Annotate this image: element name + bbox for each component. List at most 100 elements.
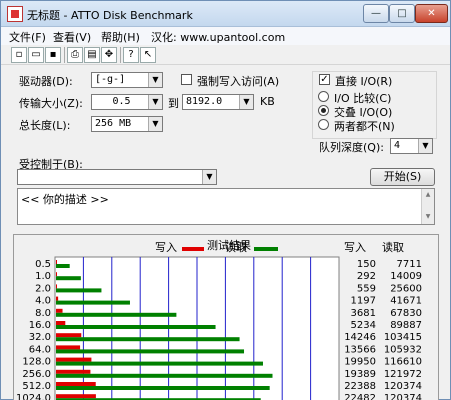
print-icon[interactable]: ⎙	[67, 47, 83, 63]
read-bar	[56, 288, 102, 293]
write-value-label: 150	[357, 259, 376, 270]
category-label: 512.0	[22, 381, 51, 392]
menu-file[interactable]: 文件(F)	[9, 29, 46, 45]
results-chart: 测试结果写入 读取 写入 读取0.5 150 77111.0 292 140092.0 559 2…	[16, 239, 422, 400]
read-bar	[56, 264, 70, 268]
write-value-label: 14246	[344, 332, 376, 343]
transfer-to-value: 8192.0	[186, 96, 223, 107]
chevron-down-icon: ▼	[148, 95, 162, 109]
read-bar	[56, 386, 270, 390]
chevron-down-icon: ▼	[418, 139, 432, 153]
read-value-label: 89887	[390, 320, 422, 331]
read-value-label: 25600	[390, 283, 422, 294]
chevron-down-icon: ▼	[239, 95, 253, 109]
open-icon[interactable]: ▭	[28, 47, 44, 63]
read-value-label: 103415	[384, 332, 422, 343]
chevron-down-icon: ▼	[148, 117, 162, 131]
read-value-label: 14009	[390, 271, 422, 282]
radio-neither-label: 两者都不(N)	[334, 120, 395, 133]
window-title: 无标题 - ATTO Disk Benchmark	[27, 9, 193, 22]
help-icon[interactable]: ?	[123, 47, 139, 63]
write-bar	[56, 308, 63, 313]
drive-label: 驱动器(D):	[19, 75, 73, 88]
read-legend-swatch	[254, 247, 278, 251]
description-textarea[interactable]: << 你的描述 >> ▲ ▼	[17, 188, 435, 225]
total-length-value: 256 MB	[95, 118, 132, 129]
context-help-icon[interactable]: ↖	[140, 47, 156, 63]
drive-select[interactable]: [-g-] ▼	[91, 72, 163, 88]
description-scrollbar[interactable]: ▲ ▼	[421, 189, 434, 224]
minimize-button[interactable]: —	[363, 4, 389, 23]
force-write-label: 强制写入访问(A)	[197, 75, 280, 88]
write-bar	[56, 260, 57, 264]
app-window: 无标题 - ATTO Disk Benchmark — □ ✕ 文件(F) 查看…	[0, 0, 451, 400]
category-label: 1024.0	[16, 393, 51, 400]
write-legend-swatch	[182, 247, 204, 251]
write-value-label: 13566	[344, 344, 376, 355]
save-icon[interactable]: ▪	[45, 47, 61, 63]
new-icon[interactable]: ▫	[11, 47, 27, 63]
write-value-label: 559	[357, 283, 376, 294]
queue-depth-value: 4	[394, 140, 401, 151]
radio-overlap[interactable]	[318, 105, 329, 116]
write-bar	[56, 333, 82, 338]
write-value-label: 292	[357, 271, 376, 282]
transfer-from-select[interactable]: 0.5 ▼	[91, 94, 163, 110]
force-write-checkbox[interactable]	[181, 74, 192, 85]
queue-depth-select[interactable]: 4 ▼	[390, 138, 433, 154]
total-length-select[interactable]: 256 MB ▼	[91, 116, 163, 132]
category-label: 8.0	[35, 308, 51, 319]
read-bar	[56, 373, 273, 378]
category-label: 64.0	[29, 344, 51, 355]
read-column-header: 读取	[382, 240, 404, 254]
write-bar	[56, 296, 59, 301]
to-label: 到	[168, 97, 179, 110]
title-bar[interactable]: 无标题 - ATTO Disk Benchmark — □ ✕	[1, 1, 450, 27]
write-value-label: 19389	[344, 369, 376, 380]
read-value-label: 7711	[397, 259, 422, 270]
kb-unit-label: KB	[260, 95, 275, 108]
close-button[interactable]: ✕	[415, 4, 448, 23]
category-label: 32.0	[29, 332, 51, 343]
write-value-label: 3681	[351, 308, 376, 319]
maximize-button[interactable]: □	[389, 4, 415, 23]
radio-compare[interactable]	[318, 91, 329, 102]
controlled-by-select[interactable]: ▼	[17, 169, 217, 185]
category-label: 0.5	[35, 259, 51, 270]
write-value-label: 22482	[344, 393, 376, 400]
menu-view[interactable]: 查看(V)	[53, 29, 91, 45]
move-icon[interactable]: ✥	[101, 47, 117, 63]
write-bar	[56, 345, 81, 350]
write-value-label: 22388	[344, 381, 376, 392]
read-bar	[56, 349, 245, 354]
transfer-to-select[interactable]: 8192.0 ▼	[182, 94, 254, 110]
radio-neither[interactable]	[318, 119, 329, 130]
transfer-from-value: 0.5	[112, 96, 131, 107]
category-label: 128.0	[22, 357, 51, 368]
menu-help[interactable]: 帮助(H)	[101, 29, 140, 45]
read-value-label: 116610	[384, 357, 422, 368]
write-bar	[56, 321, 66, 325]
read-value-label: 121972	[384, 369, 422, 380]
write-bar	[56, 272, 57, 277]
read-bar	[56, 361, 263, 366]
description-text: << 你的描述 >>	[21, 193, 109, 206]
read-bar	[56, 337, 240, 342]
total-length-label: 总长度(L):	[19, 119, 71, 132]
toolbar: ▫ ▭ ▪ ⎙ ▤ ✥ ? ↖	[1, 45, 450, 65]
category-label: 16.0	[29, 320, 51, 331]
preview-icon[interactable]: ▤	[84, 47, 100, 63]
write-legend-label: 写入	[155, 241, 177, 254]
read-value-label: 105932	[384, 344, 422, 355]
chevron-down-icon: ▼	[202, 170, 216, 184]
read-value-label: 67830	[390, 308, 422, 319]
read-bar	[56, 276, 81, 281]
read-bar	[56, 312, 177, 317]
results-panel: 测试结果 写入 读取 写入 读取 0.5 150 7711 1.0 292 14009 2.0 559 2…	[13, 234, 439, 400]
read-bar	[56, 300, 130, 305]
category-label: 2.0	[35, 283, 51, 294]
start-button[interactable]: 开始(S)	[370, 168, 435, 186]
menu-localization[interactable]: 汉化: www.upantool.com	[151, 29, 285, 45]
read-value-label: 41671	[390, 296, 422, 307]
write-value-label: 19950	[344, 357, 376, 368]
